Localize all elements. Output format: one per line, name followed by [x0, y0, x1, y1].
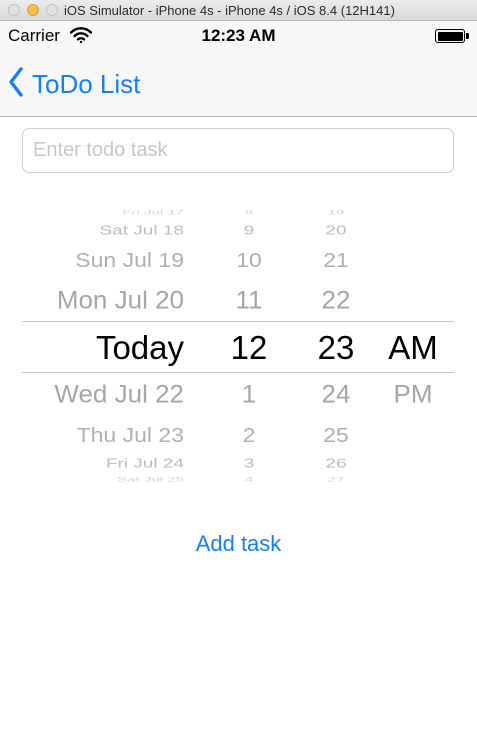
picker-day-item[interactable]: Fri Jul 24 [22, 456, 184, 469]
task-input[interactable] [22, 128, 454, 173]
chevron-left-icon [8, 66, 24, 102]
picker-minute-item[interactable]: 27 [301, 476, 371, 483]
picker-minute-item[interactable]: 24 [301, 381, 371, 406]
picker-hour-item[interactable]: 9 [214, 223, 284, 236]
status-bar: Carrier 12:23 AM [0, 21, 477, 51]
add-task-button[interactable]: Add task [0, 531, 477, 557]
picker-hour-item[interactable]: 11 [214, 287, 284, 312]
picker-ampm-item[interactable]: PM [377, 381, 449, 406]
status-time: 12:23 AM [201, 26, 276, 45]
picker-day-item[interactable]: Sat Jul 18 [22, 223, 185, 236]
picker-minute-item[interactable]: 22 [301, 287, 371, 312]
window-title-bar: iOS Simulator - iPhone 4s - iPhone 4s / … [0, 0, 477, 21]
picker-day-item[interactable]: Sat Jul 25 [22, 476, 184, 483]
picker-day-item[interactable]: Thu Jul 23 [22, 424, 184, 445]
picker-minute-item[interactable]: 21 [301, 249, 371, 270]
picker-ampm-item[interactable]: AM [377, 331, 449, 364]
picker-hour-item[interactable]: 1 [214, 381, 284, 406]
battery-icon [435, 29, 469, 43]
picker-hour-item[interactable]: 2 [214, 424, 284, 445]
picker-day-item[interactable]: Sun Jul 19 [22, 249, 184, 270]
navigation-bar: ToDo List [0, 51, 477, 117]
back-button-label: ToDo List [32, 68, 141, 99]
window-minimize-button[interactable] [27, 4, 39, 16]
picker-minute-item[interactable]: 19 [301, 209, 371, 216]
back-button[interactable]: ToDo List [8, 66, 141, 102]
picker-minute-item[interactable]: 26 [301, 456, 371, 469]
picker-selection-bottom-line [22, 372, 454, 373]
picker-hour-item[interactable]: 8 [214, 209, 284, 216]
window-close-button[interactable] [8, 4, 20, 16]
picker-minute-item[interactable]: 23 [301, 331, 371, 364]
picker-hour-item[interactable]: 4 [214, 476, 284, 483]
picker-day-item[interactable]: Wed Jul 22 [22, 381, 184, 406]
picker-hour-item[interactable]: 10 [214, 249, 284, 270]
picker-day-item[interactable]: Today [22, 331, 184, 364]
picker-day-item[interactable]: Fri Jul 17 [22, 209, 184, 216]
window-zoom-button[interactable] [46, 4, 58, 16]
picker-hour-item[interactable]: 12 [214, 331, 284, 364]
picker-minute-item[interactable]: 25 [301, 424, 371, 445]
date-picker[interactable]: Fri Jul 17 Sat Jul 18 Sun Jul 19 Mon Jul 20… [22, 205, 454, 483]
picker-day-item[interactable]: Mon Jul 20 [22, 287, 184, 312]
window-title: iOS Simulator - iPhone 4s - iPhone 4s / … [64, 3, 395, 18]
picker-hour-item[interactable]: 3 [214, 456, 284, 469]
picker-minute-item[interactable]: 20 [301, 223, 371, 236]
picker-selection-top-line [22, 321, 454, 322]
